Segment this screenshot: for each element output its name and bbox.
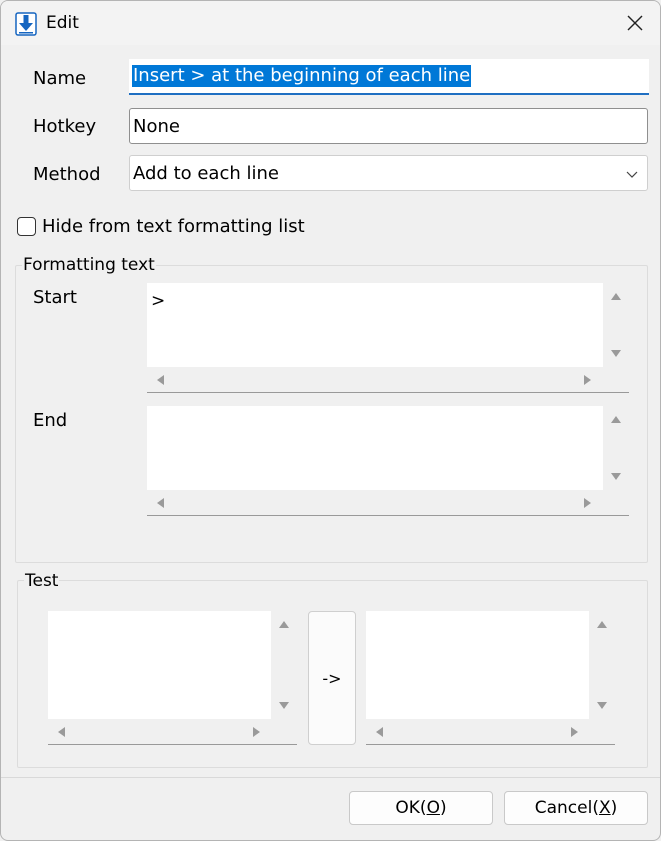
ok-button[interactable]: OK(O) bbox=[349, 791, 493, 825]
scroll-down-icon[interactable] bbox=[610, 470, 622, 482]
end-horizontal-scrollbar[interactable] bbox=[147, 490, 629, 516]
scroll-up-icon[interactable] bbox=[278, 619, 290, 631]
close-icon bbox=[627, 15, 643, 31]
method-select-value: Add to each line bbox=[133, 163, 279, 184]
scroll-down-icon[interactable] bbox=[596, 699, 608, 711]
scroll-down-icon[interactable] bbox=[610, 347, 622, 359]
scroll-right-icon[interactable] bbox=[568, 726, 580, 738]
hotkey-input-value: None bbox=[133, 116, 180, 137]
test-input-textarea[interactable] bbox=[48, 611, 297, 745]
title-bar: Edit bbox=[1, 1, 660, 45]
test-output-vertical-scrollbar[interactable] bbox=[589, 611, 615, 719]
name-input-value: Insert > at the beginning of each line bbox=[132, 65, 472, 87]
end-vertical-scrollbar[interactable] bbox=[603, 406, 629, 490]
scroll-left-icon[interactable] bbox=[155, 497, 167, 509]
cancel-button-suffix: ) bbox=[610, 798, 618, 818]
cancel-button-accesskey: X bbox=[598, 798, 611, 818]
scroll-left-icon[interactable] bbox=[56, 726, 68, 738]
start-vertical-scrollbar[interactable] bbox=[603, 283, 629, 367]
test-input-vertical-scrollbar[interactable] bbox=[271, 611, 297, 719]
scroll-right-icon[interactable] bbox=[581, 374, 593, 386]
scroll-right-icon[interactable] bbox=[250, 726, 262, 738]
test-output-textarea[interactable] bbox=[366, 611, 615, 745]
download-arrow-icon bbox=[15, 12, 37, 36]
test-output-horizontal-scrollbar[interactable] bbox=[366, 719, 615, 745]
hide-checkbox[interactable] bbox=[17, 217, 36, 236]
end-label: End bbox=[33, 410, 68, 431]
end-textarea[interactable] bbox=[147, 406, 629, 516]
scroll-left-icon[interactable] bbox=[374, 726, 386, 738]
test-input-horizontal-scrollbar[interactable] bbox=[48, 719, 297, 745]
hotkey-input[interactable]: None bbox=[129, 108, 648, 144]
test-title: Test bbox=[24, 571, 60, 591]
window-title: Edit bbox=[46, 13, 79, 33]
scroll-down-icon[interactable] bbox=[278, 699, 290, 711]
edit-dialog: Edit Name Insert > at the beginning of e… bbox=[0, 0, 661, 841]
name-input[interactable]: Insert > at the beginning of each line bbox=[129, 59, 649, 95]
footer-divider bbox=[1, 777, 660, 778]
close-button[interactable] bbox=[613, 5, 657, 41]
start-horizontal-scrollbar[interactable] bbox=[147, 367, 629, 393]
convert-button[interactable]: -> bbox=[308, 611, 356, 745]
start-textarea-value: > bbox=[151, 291, 166, 311]
hotkey-label: Hotkey bbox=[33, 116, 97, 137]
scroll-up-icon[interactable] bbox=[610, 414, 622, 426]
ok-button-prefix: OK( bbox=[395, 798, 427, 818]
scroll-up-icon[interactable] bbox=[610, 291, 622, 303]
formatting-text-title: Formatting text bbox=[22, 255, 156, 275]
ok-button-accesskey: O bbox=[426, 798, 440, 818]
cancel-button-prefix: Cancel( bbox=[534, 798, 599, 818]
ok-button-suffix: ) bbox=[439, 798, 447, 818]
scroll-up-icon[interactable] bbox=[596, 619, 608, 631]
chevron-down-icon bbox=[625, 166, 639, 180]
start-label: Start bbox=[33, 287, 77, 308]
method-select[interactable]: Add to each line bbox=[129, 155, 648, 191]
scroll-right-icon[interactable] bbox=[581, 497, 593, 509]
method-label: Method bbox=[33, 164, 101, 185]
hide-checkbox-label[interactable]: Hide from text formatting list bbox=[42, 216, 305, 237]
name-label: Name bbox=[33, 68, 87, 89]
start-textarea[interactable]: > bbox=[147, 283, 629, 393]
scroll-left-icon[interactable] bbox=[155, 374, 167, 386]
cancel-button[interactable]: Cancel(X) bbox=[504, 791, 648, 825]
